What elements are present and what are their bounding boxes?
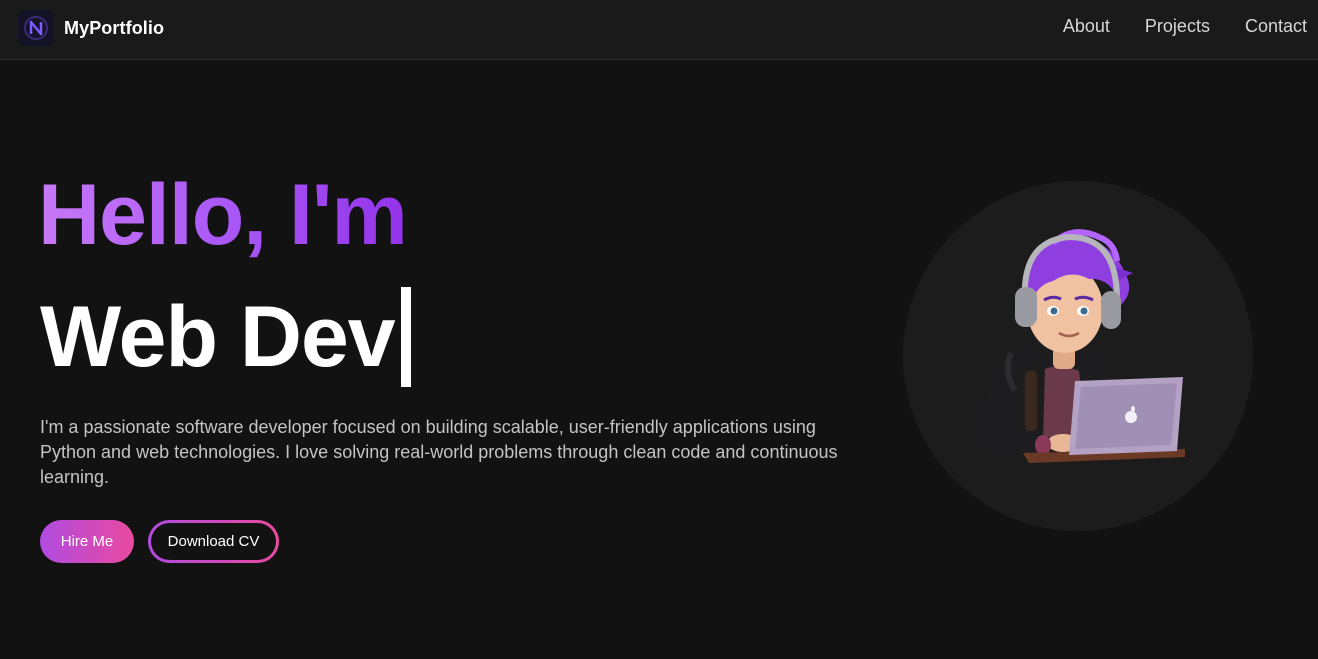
n-logo-icon — [18, 10, 54, 46]
hero-role-line: Web Dev — [40, 287, 411, 387]
nav-link-about[interactable]: About — [1063, 16, 1110, 37]
hire-me-button[interactable]: Hire Me — [40, 520, 134, 563]
navbar: MyPortfolio About Projects Contact — [0, 0, 1318, 60]
nav-link-contact[interactable]: Contact — [1245, 16, 1307, 37]
nav-link-projects[interactable]: Projects — [1145, 16, 1210, 37]
brand-name: MyPortfolio — [64, 17, 165, 38]
hero-description: I'm a passionate software developer focu… — [40, 417, 838, 487]
hero-role: Web Dev — [40, 289, 396, 385]
download-cv-button[interactable]: Download CV — [148, 520, 279, 563]
brand[interactable]: MyPortfolio — [18, 9, 164, 47]
developer-avatar-illustration — [980, 229, 1185, 463]
typing-cursor — [400, 287, 411, 387]
hero-greeting: Hello, I'm — [38, 167, 408, 263]
nav-links: About Projects Contact — [1063, 16, 1307, 37]
avatar-circle — [903, 181, 1253, 531]
